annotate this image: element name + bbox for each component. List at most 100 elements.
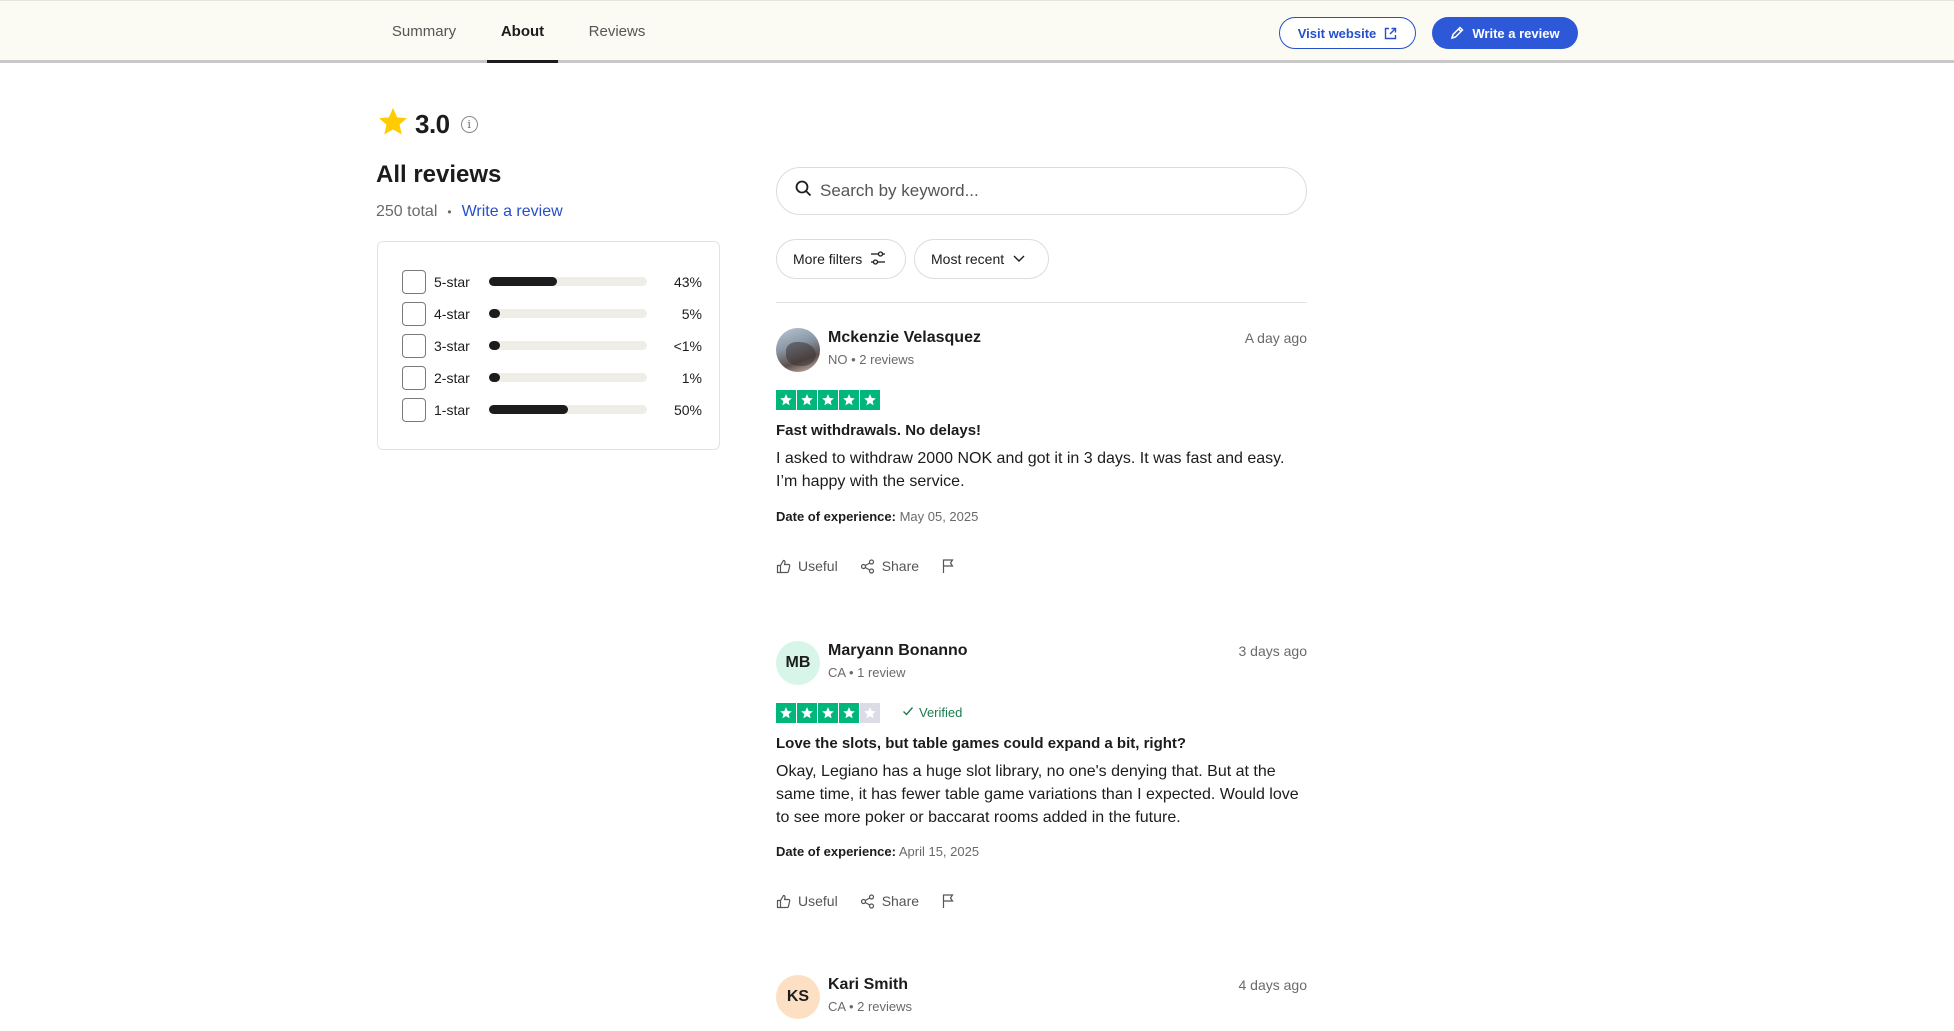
star-filter-checkbox[interactable] (402, 301, 426, 326)
star-filter-percent: 50% (673, 401, 702, 418)
share-button[interactable]: Share (860, 893, 919, 909)
reviewer-name[interactable]: Mckenzie Velasquez (828, 329, 981, 347)
share-label: Share (881, 558, 920, 574)
star-filter-checkbox[interactable] (402, 333, 426, 358)
overall-rating: 3.0 i (377, 107, 478, 141)
avatar[interactable]: MB (776, 641, 820, 685)
info-icon[interactable]: i (460, 115, 478, 133)
review-time: 3 days ago (1238, 643, 1308, 659)
reviewer-name[interactable]: Kari Smith (828, 976, 908, 994)
star-filter-percent: 5% (681, 305, 702, 322)
star-distribution-bar (489, 405, 647, 414)
star-filter-row[interactable]: 4-star 5% (402, 301, 702, 326)
useful-button[interactable]: Useful (776, 558, 838, 574)
more-filters-button[interactable]: More filters (776, 239, 906, 279)
review-card: Mckenzie Velasquez NO • 2 reviews A day … (776, 328, 1307, 588)
review-title[interactable]: Fast withdrawals. No delays! (776, 422, 981, 439)
star-filter-checkbox[interactable] (402, 269, 426, 294)
star-rating (776, 390, 880, 410)
all-reviews-heading: All reviews (376, 161, 502, 188)
write-review-button[interactable]: Write a review (1432, 17, 1578, 49)
tab-summary[interactable]: Summary (378, 1, 470, 62)
star-filter-percent: <1% (673, 337, 702, 354)
star-distribution-bar (489, 277, 647, 286)
star-distribution-fill (489, 309, 501, 318)
flag-icon (941, 893, 956, 909)
star-filter-row[interactable]: 5-star 43% (402, 269, 702, 294)
star-distribution-fill (489, 341, 501, 350)
pencil-icon (1450, 26, 1464, 40)
star-filter-label: 4-star (434, 305, 470, 322)
star-distribution-fill (489, 277, 557, 286)
star-filter-row[interactable]: 3-star <1% (402, 333, 702, 358)
star-filter-row[interactable]: 1-star 50% (402, 397, 702, 422)
star-icon (776, 390, 796, 410)
reviews-total-row: 250 total • Write a review (376, 203, 563, 221)
chevron-down-icon (1012, 251, 1026, 268)
star-icon (797, 390, 817, 410)
reviewer-meta: CA • 1 review (828, 665, 906, 680)
more-filters-label: More filters (793, 251, 863, 267)
review-body: Okay, Legiano has a huge slot library, n… (776, 763, 1299, 826)
star-icon (776, 703, 796, 723)
top-nav-bar: Summary About Reviews Visit website Writ… (0, 0, 1954, 63)
verified-badge: Verified (902, 705, 962, 720)
star-icon (377, 106, 409, 143)
avatar[interactable]: KS (776, 975, 820, 1019)
star-distribution-bar (489, 373, 647, 382)
star-filter-percent: 1% (681, 369, 702, 386)
star-filter-checkbox[interactable] (402, 397, 426, 422)
star-icon (839, 703, 859, 723)
thumbs-up-icon (776, 559, 791, 574)
reviews-total: 250 total (376, 203, 438, 220)
star-icon (839, 390, 859, 410)
star-filter-panel: 5-star 43% 4-star 5% 3-star <1% 2-star 1% 1-star… (377, 241, 720, 450)
star-distribution-fill (489, 373, 501, 382)
review-actions: Useful Share (776, 893, 978, 909)
experience-label: Date of experience: (776, 844, 896, 859)
share-label: Share (881, 893, 920, 909)
avatar[interactable] (776, 328, 820, 372)
review-time: A day ago (1244, 330, 1307, 346)
tab-reviews[interactable]: Reviews (579, 1, 655, 62)
star-filter-row[interactable]: 2-star 1% (402, 365, 702, 390)
star-filter-label: 5-star (434, 273, 470, 290)
separator-dot: • (447, 205, 452, 219)
reviewer-meta: CA • 2 reviews (828, 999, 913, 1014)
experience-label: Date of experience: (776, 509, 896, 524)
review-card: MB Maryann Bonanno CA • 1 review 3 days … (776, 641, 1307, 921)
star-icon (797, 703, 817, 723)
reviewer-name[interactable]: Maryann Bonanno (828, 642, 968, 660)
star-icon (860, 390, 880, 410)
search-bar[interactable] (776, 167, 1307, 215)
thumbs-up-icon (776, 894, 791, 909)
sort-label: Most recent (931, 251, 1005, 267)
star-filter-percent: 43% (673, 273, 702, 290)
share-button[interactable]: Share (860, 558, 919, 574)
tab-about[interactable]: About (487, 1, 558, 63)
star-icon (860, 703, 880, 723)
share-icon (860, 893, 875, 909)
share-icon (860, 558, 875, 574)
useful-button[interactable]: Useful (776, 893, 838, 909)
review-body: I asked to withdraw 2000 NOK and got it … (776, 450, 1285, 490)
rating-value: 3.0 (415, 108, 450, 139)
star-rating (776, 703, 880, 723)
visit-website-button[interactable]: Visit website (1279, 17, 1416, 49)
external-link-icon (1384, 27, 1397, 40)
star-icon (818, 390, 838, 410)
star-distribution-fill (489, 405, 569, 414)
write-review-link[interactable]: Write a review (462, 203, 563, 221)
report-button[interactable] (941, 893, 956, 909)
review-title[interactable]: Love the slots, but table games could ex… (776, 735, 1186, 752)
sort-dropdown[interactable]: Most recent (914, 239, 1049, 279)
star-filter-checkbox[interactable] (402, 365, 426, 390)
star-filter-label: 1-star (434, 401, 470, 418)
report-button[interactable] (941, 558, 956, 574)
review-card: KS Kari Smith CA • 2 reviews 4 days ago (776, 975, 1307, 1025)
date-of-experience: Date of experience: May 05, 2025 (776, 509, 978, 524)
reviewer-meta: NO • 2 reviews (828, 352, 915, 367)
star-icon (818, 703, 838, 723)
flag-icon (941, 558, 956, 574)
search-input[interactable] (820, 181, 1290, 201)
